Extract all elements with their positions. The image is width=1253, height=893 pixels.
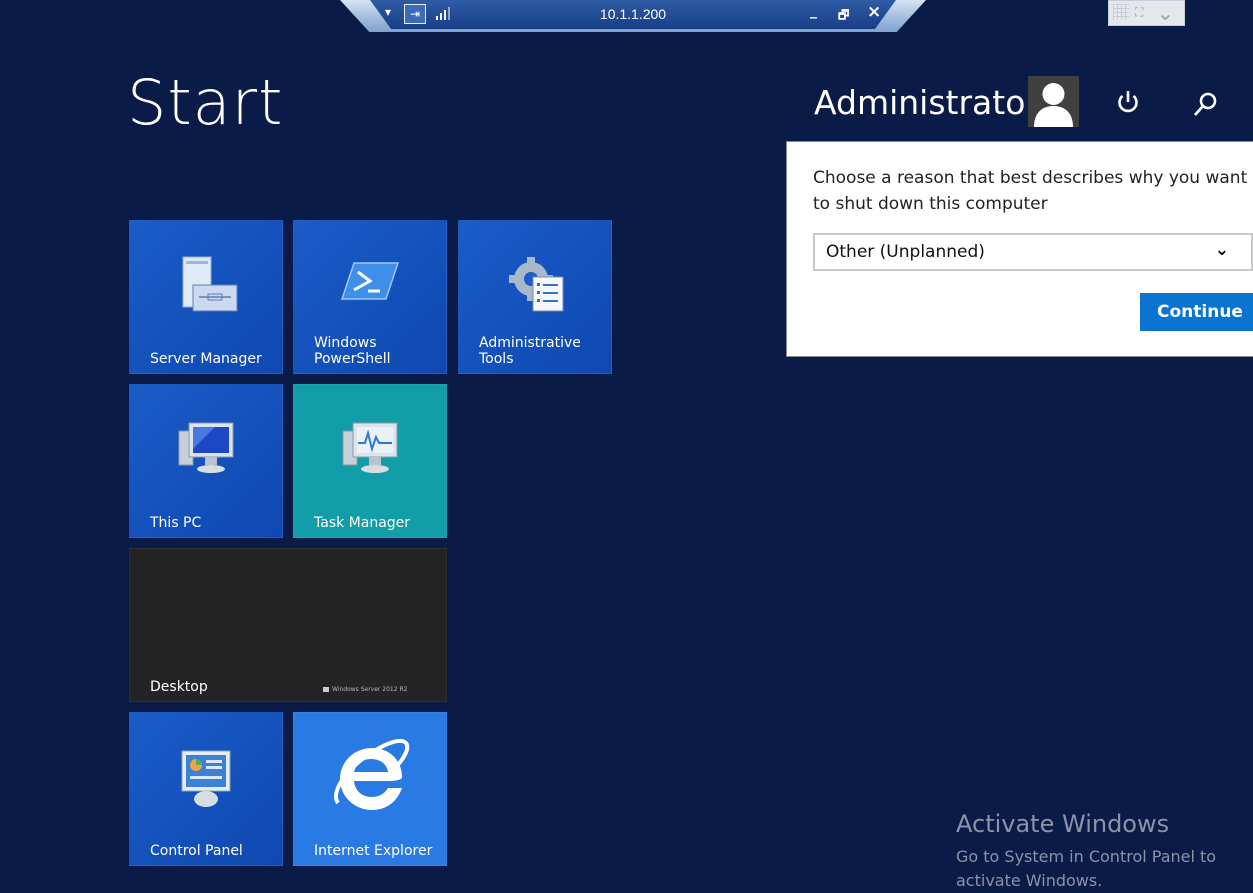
chevron-down-icon: ⌄ — [1214, 240, 1229, 260]
power-icon[interactable] — [1114, 88, 1142, 116]
internet-explorer-icon — [334, 739, 410, 810]
tile-label: Administrative Tools — [479, 335, 581, 367]
corner-toolbar[interactable]: ⛶ ⌄ — [1108, 0, 1185, 26]
windows-server-brand: Windows Server 2012 R2 — [323, 686, 407, 693]
user-avatar-icon — [1034, 83, 1073, 127]
task-manager-icon — [342, 422, 398, 473]
this-pc-icon — [178, 422, 234, 473]
tile-internet-explorer[interactable]: Internet Explorer — [293, 712, 447, 866]
shutdown-reason-dialog: Choose a reason that best describes why … — [786, 141, 1253, 357]
tile-server-manager[interactable]: Server Manager — [129, 220, 283, 374]
activation-watermark-subtitle: Go to System in Control Panel to activat… — [956, 847, 1217, 890]
rdp-pin-icon[interactable]: ⇥ — [404, 4, 426, 24]
tile-administrative-tools[interactable]: Administrative Tools — [458, 220, 612, 374]
activation-watermark-title: Activate Windows — [956, 810, 1170, 838]
rdp-connection-quality-icon — [434, 4, 454, 22]
rdp-close-button[interactable]: × — [867, 2, 881, 22]
tile-label: Control Panel — [150, 843, 243, 859]
tile-label: Task Manager — [314, 515, 411, 531]
rdp-host-title: 10.1.1.200 — [599, 6, 667, 22]
tile-label: Desktop — [150, 679, 208, 695]
dialog-message: Choose a reason that best describes why … — [813, 168, 1248, 214]
control-panel-icon — [181, 750, 231, 807]
tile-windows-powershell[interactable]: Windows PowerShell — [293, 220, 447, 374]
powershell-icon — [340, 262, 400, 300]
avatar[interactable] — [1028, 76, 1079, 127]
tile-label: Server Manager — [150, 351, 262, 367]
chevron-down-icon[interactable]: ⌄ — [1157, 1, 1174, 25]
continue-button[interactable]: Continue — [1140, 293, 1253, 331]
tile-control-panel[interactable]: Control Panel — [129, 712, 283, 866]
rdp-minimize-button[interactable]: _ — [810, 3, 817, 19]
tile-label: Windows PowerShell — [314, 335, 391, 367]
select-value: Other (Unplanned) — [826, 242, 985, 262]
search-icon[interactable] — [1192, 90, 1220, 118]
server-manager-icon — [182, 256, 238, 312]
desktop-brand-text: Windows Server 2012 R2 — [332, 686, 408, 693]
tile-desktop[interactable]: Desktop Windows Server 2012 R2 — [129, 548, 447, 702]
shutdown-reason-select[interactable]: Other (Unplanned) ⌄ — [813, 233, 1253, 271]
tile-task-manager[interactable]: Task Manager — [293, 384, 447, 538]
page-title: Start — [127, 66, 284, 139]
tile-this-pc[interactable]: This PC — [129, 384, 283, 538]
rdp-menu-arrow-icon[interactable]: ▾ — [385, 5, 391, 19]
windows-logo-icon — [323, 687, 329, 692]
tile-label: This PC — [150, 515, 202, 531]
user-name[interactable]: Administrator — [814, 83, 1039, 122]
rdp-restore-button[interactable]: 🗗 — [838, 6, 849, 27]
admin-tools-icon — [509, 257, 564, 312]
grid-icon[interactable] — [1113, 4, 1129, 20]
fullscreen-icon[interactable]: ⛶ — [1135, 5, 1143, 20]
tile-label: Internet Explorer — [314, 843, 433, 859]
